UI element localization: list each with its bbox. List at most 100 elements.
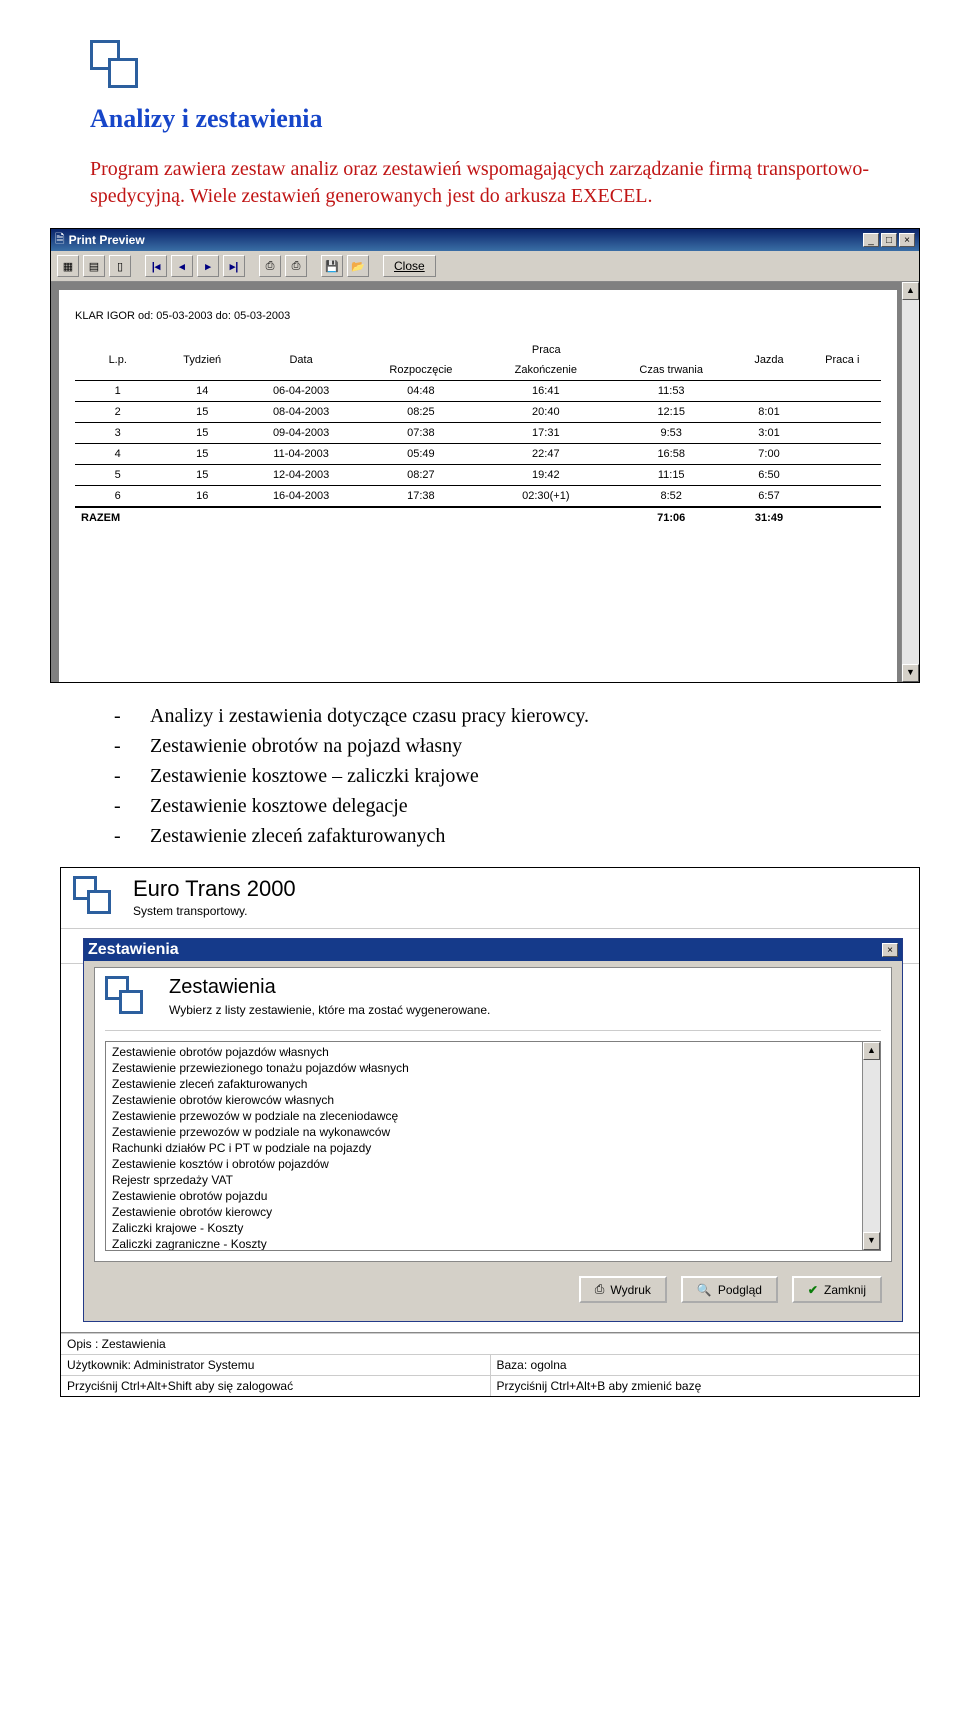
check-icon: ✔ — [808, 1283, 818, 1297]
table-cell — [804, 465, 881, 486]
scroll-up-icon[interactable]: ▲ — [902, 282, 919, 300]
app-logo — [73, 876, 119, 922]
table-cell — [804, 402, 881, 423]
listbox-item[interactable]: Zestawienie przewozów w podziale na wyko… — [108, 1124, 878, 1140]
minimize-button[interactable]: _ — [863, 233, 879, 247]
list-item: -Zestawienie kosztowe delegacje — [114, 791, 880, 821]
listbox-item[interactable]: Zestawienie przewozów w podziale na zlec… — [108, 1108, 878, 1124]
table-cell: 3:01 — [734, 423, 803, 444]
table-cell: 11:15 — [608, 465, 734, 486]
listbox-item[interactable]: Zestawienie zleceń zafakturowanych — [108, 1076, 878, 1092]
listbox-item[interactable]: Zaliczki krajowe - Koszty — [108, 1220, 878, 1236]
total-cell — [358, 507, 483, 528]
page-width-icon[interactable]: ▤ — [83, 255, 105, 277]
titlebar-text: Print Preview — [69, 233, 861, 247]
status-hint2: Przyciśnij Ctrl+Alt+B aby zmienić bazę — [491, 1376, 920, 1396]
col-lp: L.p. — [75, 340, 160, 381]
bullet-text: Zestawienie zleceń zafakturowanych — [150, 821, 445, 851]
print-preview-titlebar[interactable]: 🗎 Print Preview _ □ × — [51, 229, 919, 251]
table-cell: 08:27 — [358, 465, 483, 486]
table-cell: 09-04-2003 — [244, 423, 358, 444]
scroll-up-icon[interactable]: ▲ — [863, 1042, 880, 1060]
table-cell: 9:53 — [608, 423, 734, 444]
listbox-item[interactable]: Zestawienie kosztów i obrotów pojazdów — [108, 1156, 878, 1172]
first-page-icon[interactable]: |◂ — [145, 255, 167, 277]
report-table: L.p. Tydzień Data Praca Jazda Praca i Ro… — [75, 340, 881, 528]
table-cell: 6 — [75, 486, 160, 508]
last-page-icon[interactable]: ▸| — [223, 255, 245, 277]
list-item: -Zestawienie obrotów na pojazd własny — [114, 731, 880, 761]
preview-body: KLAR IGOR od: 05-03-2003 do: 05-03-2003 … — [51, 282, 919, 682]
dialog-title: Zestawienia — [88, 941, 880, 959]
col-tydzien: Tydzień — [160, 340, 244, 381]
dialog-titlebar[interactable]: Zestawienia × — [84, 939, 902, 961]
page-fit-icon[interactable]: ▯ — [109, 255, 131, 277]
table-cell — [804, 444, 881, 465]
total-cell: 71:06 — [608, 507, 734, 528]
table-cell — [804, 381, 881, 402]
table-cell: 4 — [75, 444, 160, 465]
bullet-text: Analizy i zestawienia dotyczące czasu pr… — [150, 701, 589, 731]
list-item: -Analizy i zestawienia dotyczące czasu p… — [114, 701, 880, 731]
table-cell: 17:38 — [358, 486, 483, 508]
close-preview-button[interactable]: Close — [383, 255, 436, 277]
zamknij-button[interactable]: ✔ Zamknij — [792, 1276, 882, 1303]
table-cell — [804, 423, 881, 444]
table-cell: 15 — [160, 444, 244, 465]
listbox-item[interactable]: Zestawienie obrotów pojazdów własnych — [108, 1044, 878, 1060]
list-item: -Zestawienie zleceń zafakturowanych — [114, 821, 880, 851]
total-cell — [804, 507, 881, 528]
scroll-down-icon[interactable]: ▼ — [902, 664, 919, 682]
bullet-text: Zestawienie kosztowe – zaliczki krajowe — [150, 761, 479, 791]
listbox-item[interactable]: Rejestr sprzedaży VAT — [108, 1172, 878, 1188]
scroll-down-icon[interactable]: ▼ — [863, 1232, 880, 1250]
table-cell: 07:38 — [358, 423, 483, 444]
col-czas: Czas trwania — [608, 360, 734, 381]
bullet-text: Zestawienie obrotów na pojazd własny — [150, 731, 462, 761]
table-cell: 6:57 — [734, 486, 803, 508]
dialog-close-button[interactable]: × — [882, 943, 898, 957]
printer-icon: ⎙ — [595, 1282, 605, 1297]
status-opis: Opis : Zestawienia — [61, 1334, 919, 1354]
next-page-icon[interactable]: ▸ — [197, 255, 219, 277]
table-cell: 12-04-2003 — [244, 465, 358, 486]
podglad-button[interactable]: 🔍 Podgląd — [681, 1276, 778, 1303]
preview-scrollbar[interactable]: ▲ ▼ — [901, 282, 919, 682]
close-button[interactable]: × — [899, 233, 915, 247]
listbox-item[interactable]: Rachunki działów PC i PT w podziale na p… — [108, 1140, 878, 1156]
table-cell: 04:48 — [358, 381, 483, 402]
listbox-item[interactable]: Zestawienie obrotów kierowców własnych — [108, 1092, 878, 1108]
col-praca-group: Praca — [358, 340, 734, 360]
table-cell: 15 — [160, 402, 244, 423]
doc-logo — [90, 40, 146, 96]
table-cell: 6:50 — [734, 465, 803, 486]
bullet-dash: - — [114, 821, 126, 851]
col-zak: Zakończenie — [484, 360, 608, 381]
table-cell: 20:40 — [484, 402, 608, 423]
total-cell — [244, 507, 358, 528]
listbox-item[interactable]: Zaliczki zagraniczne - Koszty — [108, 1236, 878, 1251]
wydruk-button[interactable]: ⎙ Wydruk — [579, 1276, 667, 1303]
prev-page-icon[interactable]: ◂ — [171, 255, 193, 277]
printer-setup-icon[interactable]: ⎙ — [259, 255, 281, 277]
table-cell: 8:01 — [734, 402, 803, 423]
listbox-scrollbar[interactable]: ▲ ▼ — [862, 1042, 880, 1250]
zestawienia-listbox[interactable]: Zestawienie obrotów pojazdów własnychZes… — [105, 1041, 881, 1251]
report-title: KLAR IGOR od: 05-03-2003 do: 05-03-2003 — [75, 310, 881, 322]
zestawienia-dialog: Zestawienia × Zestawienia Wybierz z list… — [83, 938, 903, 1322]
page-full-icon[interactable]: ▦ — [57, 255, 79, 277]
table-cell — [734, 381, 803, 402]
print-icon[interactable]: ⎙ — [285, 255, 307, 277]
open-icon[interactable]: 📂 — [347, 255, 369, 277]
zamknij-label: Zamknij — [824, 1283, 866, 1297]
save-icon[interactable]: 💾 — [321, 255, 343, 277]
status-baza: Baza: ogolna — [491, 1355, 920, 1375]
listbox-item[interactable]: Zestawienie obrotów kierowcy — [108, 1204, 878, 1220]
podglad-label: Podgląd — [718, 1283, 762, 1297]
table-cell: 1 — [75, 381, 160, 402]
table-cell: 02:30(+1) — [484, 486, 608, 508]
maximize-button[interactable]: □ — [881, 233, 897, 247]
listbox-item[interactable]: Zestawienie przewiezionego tonażu pojazd… — [108, 1060, 878, 1076]
col-rozp: Rozpoczęcie — [358, 360, 483, 381]
listbox-item[interactable]: Zestawienie obrotów pojazdu — [108, 1188, 878, 1204]
